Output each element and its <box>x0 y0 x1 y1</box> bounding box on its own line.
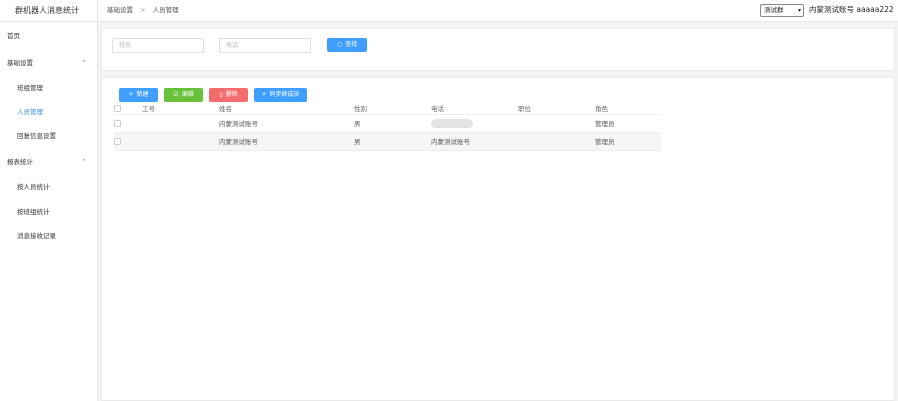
chevron-up-icon: ⌃ <box>81 158 87 166</box>
breadcrumb-item-current: 人员管理 <box>152 6 179 14</box>
row-checkbox[interactable] <box>114 137 121 145</box>
cell-position <box>518 114 595 133</box>
sidebar-item-label: 报表统计 <box>7 158 33 166</box>
edit-icon: ☑ <box>173 91 179 98</box>
sidebar-item-label: 首页 <box>7 32 20 40</box>
sidebar-item-stats-by-team[interactable]: 按班组统计 <box>0 204 98 220</box>
search-panel: ○查找 <box>101 28 895 71</box>
edit-button-label: 编辑 <box>181 91 194 98</box>
edit-button[interactable]: ☑ 编辑 <box>164 88 203 102</box>
cell-id <box>142 114 219 133</box>
sidebar-item-label: 消息接收记录 <box>17 232 56 240</box>
column-header-position: 职位 <box>518 103 595 115</box>
table-header-row: 工号 姓名 性别 电话 职位 角色 <box>114 103 661 115</box>
sidebar-group-basic-settings[interactable]: 基础设置 ⌃ <box>0 55 98 71</box>
cell-id <box>142 132 219 151</box>
cell-name: 内蒙测试账号 <box>219 132 354 151</box>
chevron-up-icon: ⌃ <box>81 59 87 67</box>
cell-phone: 内蒙测试账号 <box>431 132 518 151</box>
phone-input-wrapper[interactable] <box>219 38 311 53</box>
cell-role: 管理员 <box>595 114 661 133</box>
top-header: 基础设置 > 人员管理 测试群 ▾ 内蒙测试账号 aaaaa222 <box>98 0 898 22</box>
add-button-label: 新建 <box>136 91 149 98</box>
name-input[interactable] <box>113 39 203 52</box>
staff-table: 工号 姓名 性别 电话 职位 角色 内蒙测试账号 男 管理员 内蒙测试账号 男 … <box>114 103 661 151</box>
search-icon: ○ <box>336 41 343 48</box>
sidebar-item-home[interactable]: 首页 <box>0 28 98 44</box>
sidebar-item-staff-management[interactable]: 人员管理 <box>0 104 98 120</box>
sync-members-button-label: 同步群成员 <box>269 91 300 98</box>
cell-gender: 男 <box>354 132 431 151</box>
sidebar-item-label: 班组管理 <box>17 84 43 92</box>
column-header-id: 工号 <box>142 103 219 115</box>
row-select-cell[interactable] <box>114 132 142 151</box>
delete-button[interactable]: ▯ 删除 <box>209 88 248 102</box>
phone-input[interactable] <box>220 39 310 52</box>
add-button[interactable]: + 新建 <box>119 88 158 102</box>
sidebar-item-team-management[interactable]: 班组管理 <box>0 80 98 96</box>
group-select-value: 测试群 <box>764 6 784 14</box>
group-select[interactable]: 测试群 ▾ <box>760 4 804 17</box>
sidebar-group-reports[interactable]: 报表统计 ⌃ <box>0 154 98 170</box>
redacted-phone <box>431 118 473 128</box>
sidebar-item-stats-by-person[interactable]: 按人员统计 <box>0 179 98 195</box>
chevron-down-icon: ▾ <box>797 7 801 14</box>
row-select-cell[interactable] <box>114 114 142 133</box>
column-header-name: 姓名 <box>219 103 354 115</box>
staff-list-panel: +新建 ☑编辑 ▯删除 +同步群成员 工号 姓名 性别 电话 职位 角色 <box>101 77 895 401</box>
sidebar-item-message-records[interactable]: 消息接收记录 <box>0 228 98 244</box>
cell-gender: 男 <box>354 114 431 133</box>
cell-role: 管理员 <box>595 132 661 151</box>
search-button-label: 查找 <box>345 41 358 48</box>
row-checkbox[interactable] <box>114 119 121 127</box>
app-title: 群机器人消息统计 <box>0 0 97 22</box>
name-input-wrapper[interactable] <box>112 38 204 53</box>
search-button[interactable]: ○ 查找 <box>327 38 367 52</box>
column-header-role: 角色 <box>595 103 661 115</box>
sidebar: 群机器人消息统计 首页 基础设置 ⌃ 班组管理 人员管理 回复信息设置 报表统计… <box>0 0 98 401</box>
cell-name: 内蒙测试账号 <box>219 114 354 133</box>
cell-position <box>518 132 595 151</box>
breadcrumb: 基础设置 > 人员管理 <box>107 0 179 20</box>
sidebar-item-label: 基础设置 <box>7 59 33 67</box>
sidebar-item-reply-settings[interactable]: 回复信息设置 <box>0 128 98 144</box>
column-header-gender: 性别 <box>354 103 431 115</box>
sidebar-item-label: 按人员统计 <box>17 183 50 191</box>
plus-icon: + <box>128 91 134 98</box>
sidebar-item-label: 回复信息设置 <box>17 132 56 140</box>
delete-button-label: 删除 <box>225 91 238 98</box>
table-row[interactable]: 内蒙测试账号 男 内蒙测试账号 管理员 <box>114 132 661 151</box>
sidebar-item-label: 人员管理 <box>17 108 43 116</box>
plus-icon: + <box>261 91 267 98</box>
select-all-cell[interactable] <box>114 103 142 115</box>
cell-phone <box>431 114 518 133</box>
column-header-phone: 电话 <box>431 103 518 115</box>
trash-icon: ▯ <box>219 91 223 98</box>
sidebar-item-label: 按班组统计 <box>17 208 50 216</box>
table-row[interactable]: 内蒙测试账号 男 管理员 <box>114 114 661 133</box>
breadcrumb-item-basic-settings[interactable]: 基础设置 <box>107 6 133 14</box>
breadcrumb-separator: > <box>140 6 146 14</box>
sync-members-button[interactable]: + 同步群成员 <box>254 88 307 102</box>
select-all-checkbox[interactable] <box>114 104 121 112</box>
account-name[interactable]: 内蒙测试账号 aaaaa222 <box>809 0 894 20</box>
